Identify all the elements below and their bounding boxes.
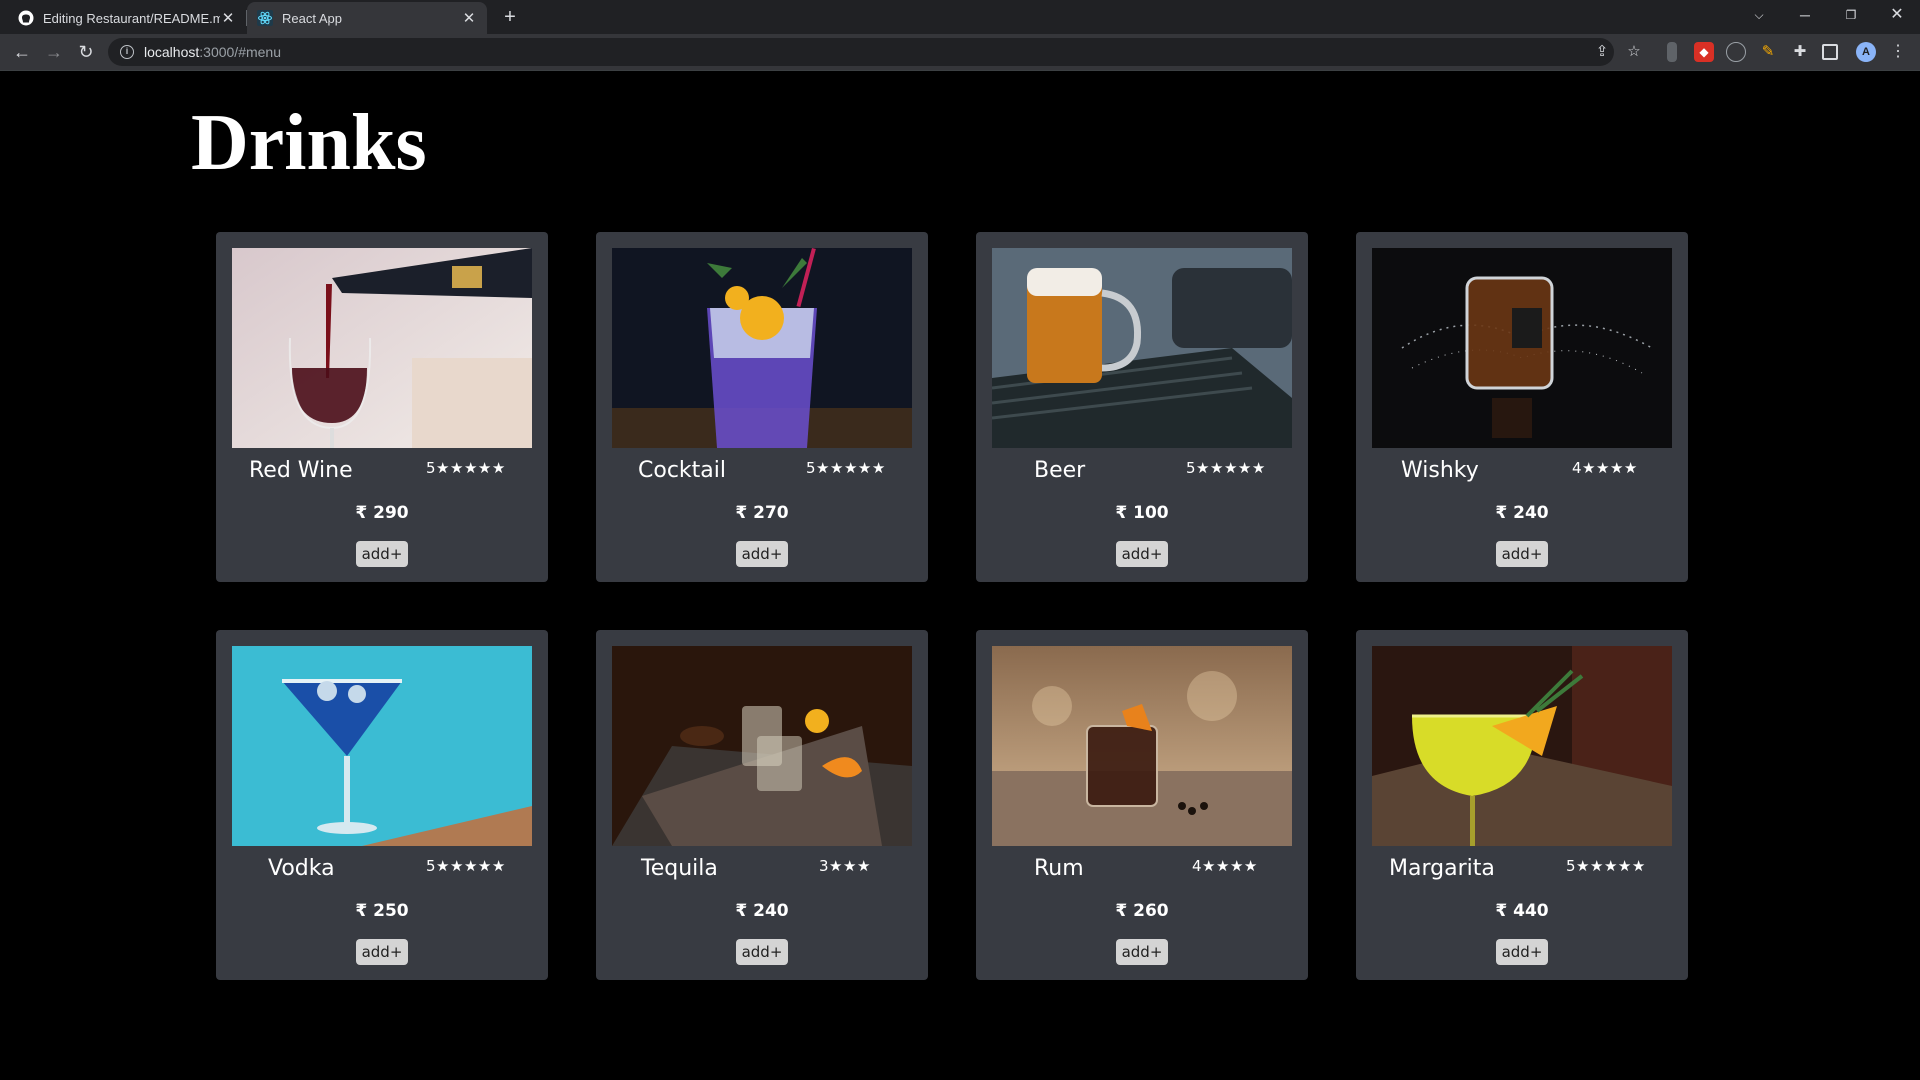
item-price: ₹ 440: [1495, 901, 1549, 921]
add-to-cart-button[interactable]: add+: [1496, 939, 1548, 965]
browser-toolbar: ← → ↻ i localhost:3000/#menu ⇪ ☆ ◆ ✎ ✚ A…: [0, 34, 1920, 70]
add-to-cart-button[interactable]: add+: [736, 541, 788, 567]
menu-card: Tequila 3★★★ ₹ 240 add+: [596, 630, 928, 980]
react-icon: [257, 10, 273, 26]
menu-card: Rum 4★★★★ ₹ 260 add+: [976, 630, 1308, 980]
item-price: ₹ 240: [735, 901, 789, 921]
tab-react-app[interactable]: React App ✕: [247, 2, 487, 34]
side-panel-icon[interactable]: [1822, 44, 1838, 60]
item-name: Vodka: [268, 856, 335, 881]
add-to-cart-button[interactable]: add+: [356, 939, 408, 965]
beer-photo: [992, 248, 1292, 448]
url-host: localhost: [144, 44, 200, 60]
cocktail-photo: [612, 248, 912, 448]
menu-card: Red Wine 5★★★★★ ₹ 290 add+: [216, 232, 548, 582]
margarita-photo: [1372, 646, 1672, 846]
menu-kebab-icon[interactable]: ⋮: [1884, 38, 1912, 66]
site-info-icon[interactable]: i: [120, 45, 134, 59]
menu-card: Cocktail 5★★★★★ ₹ 270 add+: [596, 232, 928, 582]
item-name: Margarita: [1389, 856, 1495, 881]
tequila-photo: [612, 646, 912, 846]
item-rating: 5★★★★★: [426, 857, 506, 875]
extension-compass-icon[interactable]: [1726, 42, 1746, 62]
page-content: Drinks Red Wine 5★★★★★ ₹ 290 add+ Cockta…: [0, 71, 1920, 1080]
url-path: :3000/#menu: [199, 44, 281, 60]
red-wine-photo: [232, 248, 532, 448]
menu-card: Beer 5★★★★★ ₹ 100 add+: [976, 232, 1308, 582]
item-price: ₹ 290: [355, 503, 409, 523]
add-to-cart-button[interactable]: add+: [356, 541, 408, 567]
menu-card: Margarita 5★★★★★ ₹ 440 add+: [1356, 630, 1688, 980]
bookmark-star-icon[interactable]: ☆: [1620, 38, 1648, 66]
extension-red-icon[interactable]: ◆: [1694, 42, 1714, 62]
item-rating: 5★★★★★: [426, 459, 506, 477]
forward-icon[interactable]: →: [40, 38, 68, 66]
extensions-puzzle-icon[interactable]: ✚: [1790, 42, 1810, 62]
menu-card: Vodka 5★★★★★ ₹ 250 add+: [216, 630, 548, 980]
item-name: Tequila: [641, 856, 718, 881]
new-tab-icon[interactable]: +: [498, 5, 522, 29]
item-name: Red Wine: [249, 458, 353, 483]
item-price: ₹ 260: [1115, 901, 1169, 921]
item-name: Cocktail: [638, 458, 726, 483]
rum-photo: [992, 646, 1292, 846]
tab-strip: Editing Restaurant/README.md at ✕ React …: [0, 0, 1920, 34]
github-icon: [18, 10, 34, 26]
minimize-icon[interactable]: ─: [1782, 0, 1828, 30]
menu-card: Wishky 4★★★★ ₹ 240 add+: [1356, 232, 1688, 582]
item-rating: 4★★★★: [1192, 857, 1258, 875]
back-icon[interactable]: ←: [8, 38, 36, 66]
item-price: ₹ 100: [1115, 503, 1169, 523]
page-title: Drinks: [191, 99, 427, 187]
vodka-photo: [232, 646, 532, 846]
item-name: Rum: [1034, 856, 1084, 881]
close-window-icon[interactable]: ✕: [1874, 0, 1920, 30]
add-to-cart-button[interactable]: add+: [1116, 541, 1168, 567]
tab-title: React App: [282, 10, 342, 26]
add-to-cart-button[interactable]: add+: [1116, 939, 1168, 965]
tab-close-icon[interactable]: ✕: [220, 9, 236, 27]
reload-icon[interactable]: ↻: [72, 38, 100, 66]
profile-avatar[interactable]: A: [1856, 42, 1876, 62]
item-rating: 3★★★: [819, 857, 871, 875]
tab-title: Editing Restaurant/README.md at: [43, 10, 220, 26]
item-rating: 5★★★★★: [1186, 459, 1266, 477]
share-icon[interactable]: ⇪: [1588, 38, 1616, 66]
item-rating: 5★★★★★: [1566, 857, 1646, 875]
item-name: Wishky: [1401, 458, 1479, 483]
url-text: localhost:3000/#menu: [144, 44, 281, 60]
item-price: ₹ 270: [735, 503, 789, 523]
extension-pen-icon[interactable]: ✎: [1758, 42, 1778, 62]
extension-battery-icon[interactable]: [1667, 42, 1677, 62]
add-to-cart-button[interactable]: add+: [1496, 541, 1548, 567]
tab-github-readme[interactable]: Editing Restaurant/README.md at ✕: [8, 2, 247, 34]
tab-close-icon[interactable]: ✕: [461, 9, 477, 27]
item-rating: 4★★★★: [1572, 459, 1638, 477]
restore-icon[interactable]: ❐: [1828, 0, 1874, 30]
whisky-photo: [1372, 248, 1672, 448]
tab-search-icon[interactable]: ⌵: [1736, 0, 1782, 30]
address-bar[interactable]: i localhost:3000/#menu: [108, 38, 1614, 66]
drinks-grid: Red Wine 5★★★★★ ₹ 290 add+ Cocktail 5★★★…: [216, 232, 1688, 980]
item-price: ₹ 240: [1495, 503, 1549, 523]
item-name: Beer: [1034, 458, 1086, 483]
item-rating: 5★★★★★: [806, 459, 886, 477]
add-to-cart-button[interactable]: add+: [736, 939, 788, 965]
item-price: ₹ 250: [355, 901, 409, 921]
